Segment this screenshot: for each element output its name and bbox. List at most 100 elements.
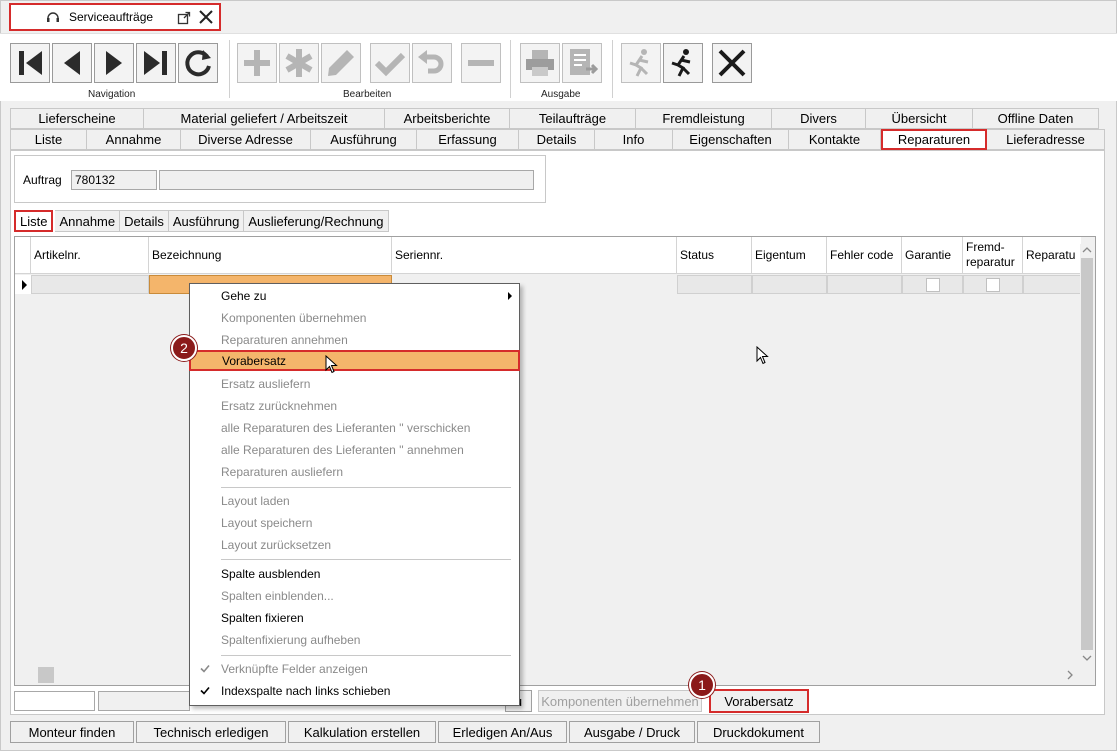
- tab-eigenschaften[interactable]: Eigenschaften: [673, 129, 789, 150]
- tab-divers[interactable]: Divers: [772, 108, 866, 129]
- column-header-seriennr[interactable]: Seriennr.: [392, 237, 677, 274]
- menu-item-reparaturen-annehmen[interactable]: Reparaturen annehmen: [190, 329, 519, 350]
- erledigen-an-aus-button[interactable]: Erledigen An/Aus: [438, 721, 567, 743]
- tab-erfassung[interactable]: Erfassung: [417, 129, 519, 150]
- column-header-bezeichnung[interactable]: Bezeichnung: [149, 237, 392, 274]
- subtab-liste[interactable]: Liste: [14, 210, 54, 232]
- document-tab[interactable]: Serviceaufträge: [9, 3, 221, 31]
- column-header-fremdreparatur[interactable]: Fremd-reparatur: [963, 237, 1023, 274]
- next-icon: [106, 51, 122, 75]
- tab-material-geliefert[interactable]: Material geliefert / Arbeitszeit: [144, 108, 385, 129]
- menu-item-indexspalte-links[interactable]: Indexspalte nach links schieben: [190, 680, 519, 701]
- menu-item-ersatz-zuruecknehmen[interactable]: Ersatz zurücknehmen: [190, 395, 519, 416]
- column-header-eigentum[interactable]: Eigentum: [752, 237, 827, 274]
- menu-item-vorabersatz[interactable]: Vorabersatz: [189, 350, 520, 371]
- menu-item-reparaturen-lieferant-annehmen[interactable]: alle Reparaturen des Lieferanten '' anne…: [190, 439, 519, 460]
- next-record-button[interactable]: [94, 43, 134, 83]
- column-header-status[interactable]: Status: [677, 237, 752, 274]
- komponenten-uebernehmen-button[interactable]: Komponenten übernehmen: [538, 690, 702, 712]
- tab-lieferadresse[interactable]: Lieferadresse: [987, 129, 1105, 150]
- ausgabe-druck-button[interactable]: Ausgabe / Druck: [569, 721, 695, 743]
- garantie-checkbox[interactable]: [925, 278, 940, 292]
- runner-disabled-button[interactable]: [621, 43, 661, 83]
- tab-details[interactable]: Details: [519, 129, 595, 150]
- auftrag-number-field[interactable]: 780132: [71, 170, 157, 190]
- add-button[interactable]: [237, 43, 277, 83]
- horizontal-scrollbar[interactable]: [18, 667, 1078, 684]
- vorabersatz-button[interactable]: Vorabersatz: [709, 689, 809, 713]
- subtab-details[interactable]: Details: [120, 210, 169, 232]
- monteur-finden-button[interactable]: Monteur finden: [10, 721, 134, 743]
- close-icon[interactable]: [198, 9, 214, 25]
- grid-cell[interactable]: [1023, 275, 1081, 294]
- menu-item-verknuepfte-felder[interactable]: Verknüpfte Felder anzeigen: [190, 658, 519, 679]
- multi-button[interactable]: [279, 43, 319, 83]
- technisch-erledigen-button[interactable]: Technisch erledigen: [136, 721, 286, 743]
- tab-teilauftraege[interactable]: Teilaufträge: [510, 108, 636, 129]
- popout-icon[interactable]: [177, 11, 191, 25]
- menu-item-layout-laden[interactable]: Layout laden: [190, 490, 519, 511]
- subtab-ausfuehrung[interactable]: Ausführung: [168, 210, 245, 232]
- scroll-up-icon[interactable]: [1082, 246, 1092, 254]
- menu-item-reparaturen-ausliefern[interactable]: Reparaturen ausliefern: [190, 461, 519, 482]
- vertical-scroll-thumb[interactable]: [1081, 258, 1093, 650]
- menu-item-spalten-einblenden[interactable]: Spalten einblenden...: [190, 585, 519, 606]
- tab-kontakte[interactable]: Kontakte: [789, 129, 881, 150]
- horizontal-scroll-thumb[interactable]: [38, 667, 54, 683]
- grid-cell[interactable]: [827, 275, 902, 294]
- exit-button[interactable]: [712, 43, 752, 83]
- footer-field[interactable]: [98, 691, 190, 711]
- fremdreparatur-checkbox[interactable]: [986, 278, 1000, 292]
- export-button[interactable]: [562, 43, 602, 83]
- scroll-down-icon[interactable]: [1082, 654, 1092, 662]
- menu-item-ersatz-ausliefern[interactable]: Ersatz ausliefern: [190, 373, 519, 394]
- print-button[interactable]: [520, 43, 560, 83]
- column-header-reparatur[interactable]: Reparatu: [1023, 237, 1081, 274]
- tab-offline-daten[interactable]: Offline Daten: [973, 108, 1099, 129]
- vertical-scrollbar[interactable]: [1080, 244, 1094, 684]
- auftrag-description-field[interactable]: [159, 170, 534, 190]
- menu-item-layout-speichern[interactable]: Layout speichern: [190, 512, 519, 533]
- menu-item-spalten-fixieren[interactable]: Spalten fixieren: [190, 607, 519, 628]
- column-header-garantie[interactable]: Garantie: [902, 237, 963, 274]
- tab-uebersicht[interactable]: Übersicht: [866, 108, 973, 129]
- column-header-fehler-code[interactable]: Fehler code: [827, 237, 902, 274]
- remove-button[interactable]: [461, 43, 501, 83]
- grid-cell[interactable]: [31, 275, 149, 294]
- menu-item-layout-zuruecksetzen[interactable]: Layout zurücksetzen: [190, 534, 519, 555]
- druckdokument-button[interactable]: Druckdokument: [697, 721, 820, 743]
- first-record-button[interactable]: [10, 43, 50, 83]
- menu-item-reparaturen-verschicken[interactable]: alle Reparaturen des Lieferanten '' vers…: [190, 417, 519, 438]
- tab-annahme[interactable]: Annahme: [87, 129, 181, 150]
- undo-button[interactable]: [412, 43, 452, 83]
- confirm-button[interactable]: [370, 43, 410, 83]
- refresh-button[interactable]: [178, 43, 218, 83]
- menu-item-spaltenfixierung-aufheben[interactable]: Spaltenfixierung aufheben: [190, 629, 519, 650]
- footer-field[interactable]: [14, 691, 95, 711]
- tab-info[interactable]: Info: [595, 129, 673, 150]
- tab-reparaturen[interactable]: Reparaturen: [881, 129, 987, 150]
- toolbar-separator: [612, 40, 613, 98]
- tab-diverse-adresse[interactable]: Diverse Adresse: [181, 129, 311, 150]
- subtab-annahme[interactable]: Annahme: [55, 210, 121, 232]
- runner-button[interactable]: [663, 43, 703, 83]
- menu-item-spalte-ausblenden[interactable]: Spalte ausblenden: [190, 563, 519, 584]
- tab-ausfuehrung[interactable]: Ausführung: [311, 129, 417, 150]
- tab-arbeitsberichte[interactable]: Arbeitsberichte: [385, 108, 510, 129]
- grid-cell[interactable]: [752, 275, 827, 294]
- previous-record-button[interactable]: [52, 43, 92, 83]
- grid-cell[interactable]: [963, 275, 1023, 294]
- grid-cell[interactable]: [902, 275, 963, 294]
- kalkulation-erstellen-button[interactable]: Kalkulation erstellen: [288, 721, 436, 743]
- tab-liste[interactable]: Liste: [10, 129, 87, 150]
- menu-item-komponenten-uebernehmen[interactable]: Komponenten übernehmen: [190, 307, 519, 328]
- tab-fremdleistung[interactable]: Fremdleistung: [636, 108, 772, 129]
- last-record-button[interactable]: [136, 43, 176, 83]
- column-header-artikelnr[interactable]: Artikelnr.: [31, 237, 149, 274]
- edit-button[interactable]: [321, 43, 361, 83]
- grid-cell[interactable]: [677, 275, 752, 294]
- tab-lieferscheine[interactable]: Lieferscheine: [10, 108, 144, 129]
- scroll-right-icon[interactable]: [1066, 670, 1074, 680]
- subtab-auslieferung-rechnung[interactable]: Auslieferung/Rechnung: [244, 210, 389, 232]
- menu-item-gehe-zu[interactable]: Gehe zu: [190, 285, 519, 306]
